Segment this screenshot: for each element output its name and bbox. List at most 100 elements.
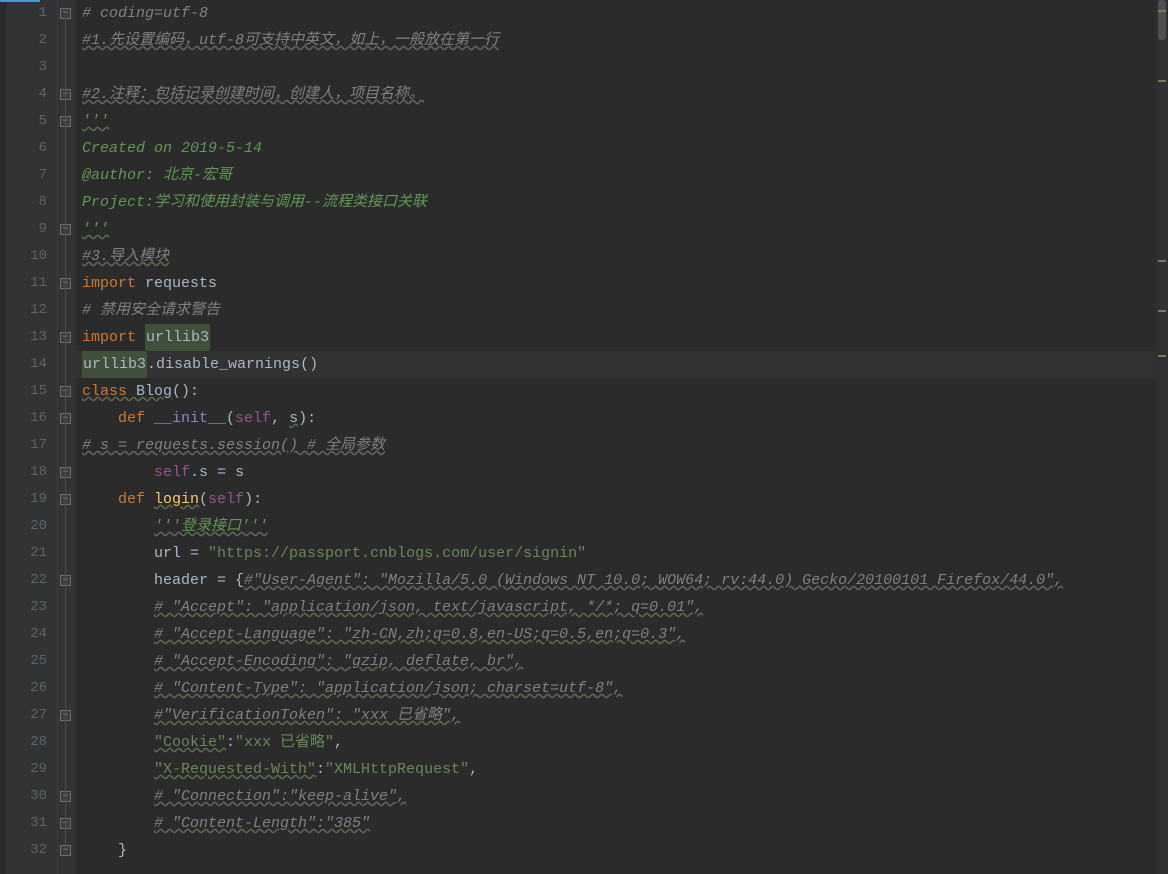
line-number[interactable]: 21 [6, 540, 47, 567]
code-token: # "Accept-Encoding": "gzip, deflate, br"… [154, 648, 523, 675]
line-number-gutter[interactable]: 1234567891011121314151617181920212223242… [6, 0, 58, 874]
line-number[interactable]: 7 [6, 162, 47, 189]
line-number[interactable]: 31 [6, 810, 47, 837]
code-token: #"VerificationToken": "xxx 已省略", [154, 702, 460, 729]
line-number[interactable]: 20 [6, 513, 47, 540]
code-token: s [289, 405, 298, 432]
line-number[interactable]: 10 [6, 243, 47, 270]
code-line[interactable]: # "Connection":"keep-alive", [82, 783, 1168, 810]
code-line[interactable]: url = "https://passport.cnblogs.com/user… [82, 540, 1168, 567]
scrollbar-marker [1158, 310, 1166, 312]
code-line[interactable]: # "Content-Type": "application/json; cha… [82, 675, 1168, 702]
line-number[interactable]: 6 [6, 135, 47, 162]
code-line[interactable]: ''' [82, 216, 1168, 243]
line-number[interactable]: 9 [6, 216, 47, 243]
code-token: # s = requests.session() # 全局参数 [82, 432, 385, 459]
line-number[interactable]: 23 [6, 594, 47, 621]
line-number[interactable]: 1 [6, 0, 47, 27]
code-line[interactable]: class Blog(): [82, 378, 1168, 405]
line-number[interactable]: 27 [6, 702, 47, 729]
code-token: ): [298, 405, 316, 432]
line-number[interactable]: 4 [6, 81, 47, 108]
code-line[interactable]: import urllib3 [82, 324, 1168, 351]
line-number[interactable]: 24 [6, 621, 47, 648]
scrollbar-thumb[interactable] [1158, 0, 1166, 40]
code-line[interactable]: def __init__(self, s): [82, 405, 1168, 432]
line-number[interactable]: 22 [6, 567, 47, 594]
fold-toggle-icon[interactable]: − [60, 845, 71, 856]
code-token: header [154, 567, 208, 594]
code-line[interactable] [82, 54, 1168, 81]
code-line[interactable]: # "Accept-Language": "zh-CN,zh;q=0.8,en-… [82, 621, 1168, 648]
code-line[interactable]: # "Content-Length":"385" [82, 810, 1168, 837]
code-line[interactable]: Project:学习和使用封装与调用--流程类接口关联 [82, 189, 1168, 216]
code-line[interactable]: Created on 2019-5-14 [82, 135, 1168, 162]
code-token: #2.注释：包括记录创建时间，创建人，项目名称。 [82, 81, 424, 108]
line-number[interactable]: 28 [6, 729, 47, 756]
code-token: s [235, 459, 244, 486]
code-line[interactable]: "Cookie":"xxx 已省略", [82, 729, 1168, 756]
code-line[interactable]: # coding=utf-8 [82, 0, 1168, 27]
line-number[interactable]: 16 [6, 405, 47, 432]
line-number[interactable]: 3 [6, 54, 47, 81]
line-number[interactable]: 13 [6, 324, 47, 351]
code-token: s [199, 459, 208, 486]
code-line[interactable]: #2.注释：包括记录创建时间，创建人，项目名称。 [82, 81, 1168, 108]
active-tab-indicator [0, 0, 40, 2]
code-line[interactable]: @author: 北京-宏哥 [82, 162, 1168, 189]
fold-column[interactable]: −−−−−−−−−−−−−−− [58, 0, 76, 874]
code-token: # 禁用安全请求警告 [82, 297, 220, 324]
line-number[interactable]: 11 [6, 270, 47, 297]
code-token: Project:学习和使用封装与调用--流程类接口关联 [82, 189, 427, 216]
line-number[interactable]: 17 [6, 432, 47, 459]
code-token: } [118, 837, 127, 864]
code-token: urllib3 [145, 324, 210, 351]
code-token: def [118, 486, 154, 513]
code-line[interactable]: #3.导入模块 [82, 243, 1168, 270]
code-token: self [154, 459, 190, 486]
line-number[interactable]: 5 [6, 108, 47, 135]
scrollbar-marker [1158, 260, 1166, 262]
code-token: #"User-Agent": "Mozilla/5.0 (Windows NT … [244, 567, 1063, 594]
vertical-scrollbar[interactable] [1156, 0, 1168, 874]
code-token: "xxx 已省略" [235, 729, 334, 756]
code-line[interactable]: '''登录接口''' [82, 513, 1168, 540]
code-line[interactable]: # "Accept-Encoding": "gzip, deflate, br"… [82, 648, 1168, 675]
line-number[interactable]: 32 [6, 837, 47, 864]
line-number[interactable]: 30 [6, 783, 47, 810]
code-line[interactable]: # "Accept": "application/json, text/java… [82, 594, 1168, 621]
code-token: Blog [136, 378, 172, 405]
code-token: urllib3 [82, 351, 147, 378]
code-line[interactable]: def login(self): [82, 486, 1168, 513]
line-number[interactable]: 2 [6, 27, 47, 54]
code-line[interactable]: "X-Requested-With":"XMLHttpRequest", [82, 756, 1168, 783]
code-line[interactable]: #"VerificationToken": "xxx 已省略", [82, 702, 1168, 729]
line-number[interactable]: 29 [6, 756, 47, 783]
line-number[interactable]: 12 [6, 297, 47, 324]
line-number[interactable]: 14 [6, 351, 47, 378]
code-line[interactable]: import requests [82, 270, 1168, 297]
code-token: '''登录接口''' [154, 513, 268, 540]
line-number[interactable]: 8 [6, 189, 47, 216]
scrollbar-marker [1158, 80, 1166, 82]
code-line[interactable]: # s = requests.session() # 全局参数 [82, 432, 1168, 459]
code-line[interactable]: } [82, 837, 1168, 864]
line-number[interactable]: 19 [6, 486, 47, 513]
code-line[interactable]: #1.先设置编码，utf-8可支持中英文，如上，一般放在第一行 [82, 27, 1168, 54]
line-number[interactable]: 15 [6, 378, 47, 405]
line-number[interactable]: 18 [6, 459, 47, 486]
code-line[interactable]: self.s = s [82, 459, 1168, 486]
code-line[interactable]: ''' [82, 108, 1168, 135]
code-token: # "Connection":"keep-alive", [154, 783, 406, 810]
code-token: ( [199, 486, 208, 513]
code-token: , [271, 405, 289, 432]
code-line[interactable]: header = {#"User-Agent": "Mozilla/5.0 (W… [82, 567, 1168, 594]
line-number[interactable]: 25 [6, 648, 47, 675]
line-number[interactable]: 26 [6, 675, 47, 702]
code-token: , [469, 756, 478, 783]
code-token: requests [145, 270, 217, 297]
code-token: @author: 北京-宏哥 [82, 162, 232, 189]
code-line[interactable]: # 禁用安全请求警告 [82, 297, 1168, 324]
code-token: . [147, 351, 156, 378]
code-area[interactable]: # coding=utf-8#1.先设置编码，utf-8可支持中英文，如上，一般… [76, 0, 1168, 874]
